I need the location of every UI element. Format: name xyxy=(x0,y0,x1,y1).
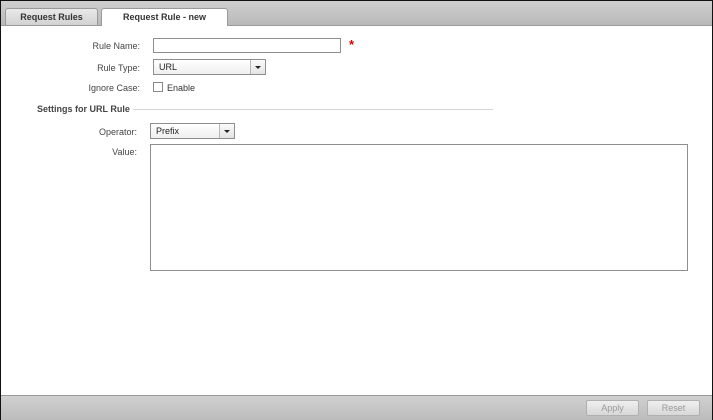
app-window: Request Rules Request Rule - new Rule Na… xyxy=(0,0,713,420)
apply-button[interactable]: Apply xyxy=(586,400,639,416)
tab-bar: Request Rules Request Rule - new xyxy=(1,1,712,26)
enable-checkbox[interactable] xyxy=(153,82,163,92)
tab-request-rules[interactable]: Request Rules xyxy=(5,8,98,25)
enable-label: Enable xyxy=(167,83,196,93)
rule-name-input[interactable] xyxy=(153,38,341,53)
ignore-case-label: Ignore Case: xyxy=(88,83,140,93)
section-title: Settings for URL Rule xyxy=(37,104,130,114)
value-label: Value: xyxy=(112,147,137,157)
rule-type-select[interactable]: URL xyxy=(153,59,266,75)
rule-type-label: Rule Type: xyxy=(97,63,140,73)
section-divider xyxy=(133,109,493,110)
rule-name-label: Rule Name: xyxy=(92,41,140,51)
tab-request-rule-new[interactable]: Request Rule - new xyxy=(101,8,228,26)
operator-label: Operator: xyxy=(98,127,137,137)
rule-type-value: URL xyxy=(159,62,178,72)
operator-select[interactable]: Prefix xyxy=(150,123,235,139)
value-textarea[interactable] xyxy=(150,144,688,271)
operator-value: Prefix xyxy=(156,126,180,136)
required-marker: * xyxy=(349,37,355,52)
reset-button[interactable]: Reset xyxy=(647,400,700,416)
footer-bar: Apply Reset xyxy=(1,395,712,420)
chevron-down-icon[interactable] xyxy=(250,60,265,74)
chevron-down-icon[interactable] xyxy=(219,124,234,138)
